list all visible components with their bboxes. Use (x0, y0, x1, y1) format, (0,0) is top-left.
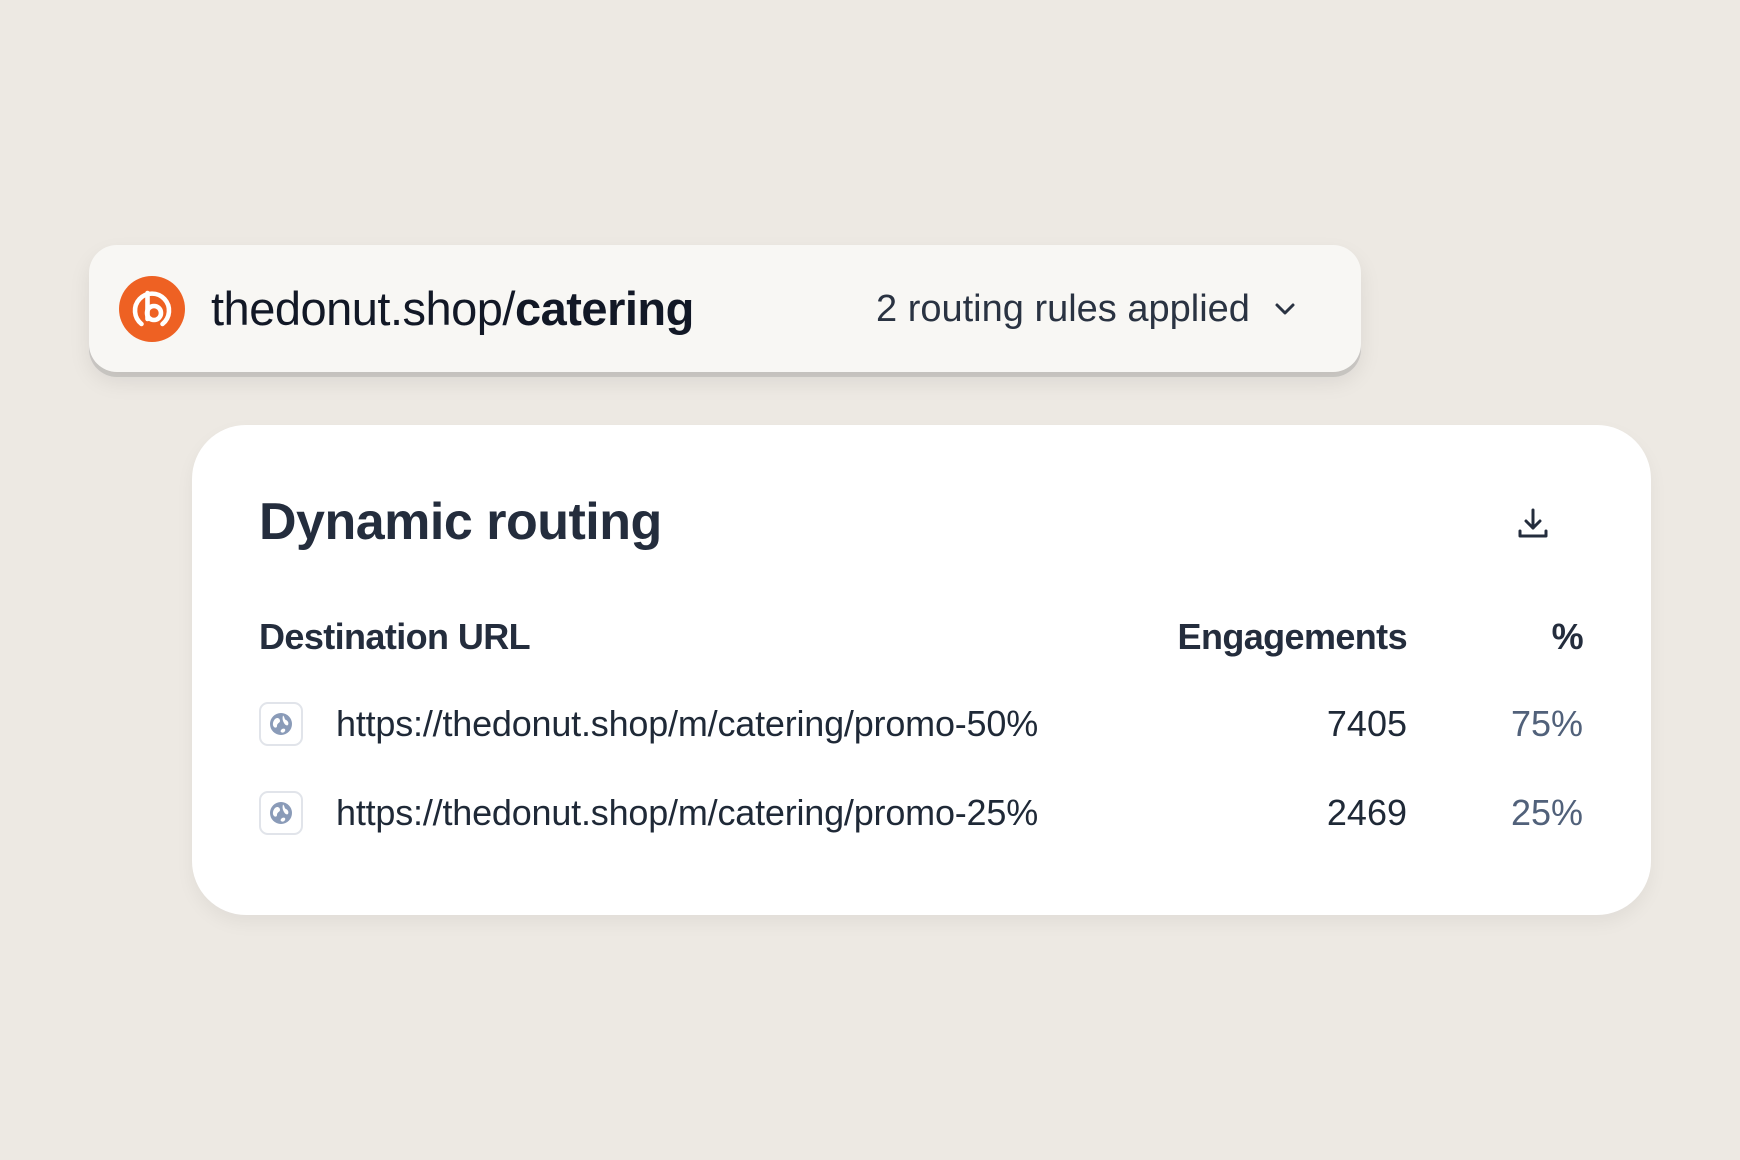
download-icon (1515, 505, 1551, 541)
column-header-engagements: Engagements (1177, 616, 1408, 657)
engagements-value: 2469 (1326, 792, 1407, 833)
routing-rules-dropdown[interactable]: 2 routing rules applied (876, 281, 1298, 337)
bitly-logo-icon (119, 276, 185, 342)
globe-icon (259, 702, 303, 746)
dynamic-routing-card: Dynamic routing Destination URL Engageme… (192, 425, 1651, 915)
column-header-destination-url: Destination URL (259, 616, 531, 657)
destination-url[interactable]: https://thedonut.shop/m/catering/promo-2… (336, 790, 1038, 836)
short-link-slug: catering (515, 282, 694, 335)
destination-url[interactable]: https://thedonut.shop/m/catering/promo-5… (336, 701, 1038, 747)
short-link-domain: thedonut.shop/ (211, 282, 516, 335)
table-row: https://thedonut.shop/m/catering/promo-2… (192, 784, 1651, 844)
column-header-percent: % (1551, 616, 1584, 657)
engagements-value: 7405 (1326, 703, 1407, 744)
download-button[interactable] (1515, 505, 1551, 541)
percent-value: 25% (1510, 792, 1583, 833)
short-link[interactable]: thedonut.shop/catering (211, 279, 694, 339)
globe-icon (259, 791, 303, 835)
short-link-bar: thedonut.shop/catering 2 routing rules a… (89, 245, 1361, 372)
percent-value: 75% (1510, 703, 1583, 744)
routing-rules-label: 2 routing rules applied (876, 287, 1250, 330)
table-row: https://thedonut.shop/m/catering/promo-5… (192, 695, 1651, 755)
card-title: Dynamic routing (259, 493, 662, 551)
chevron-down-icon (1272, 296, 1298, 322)
